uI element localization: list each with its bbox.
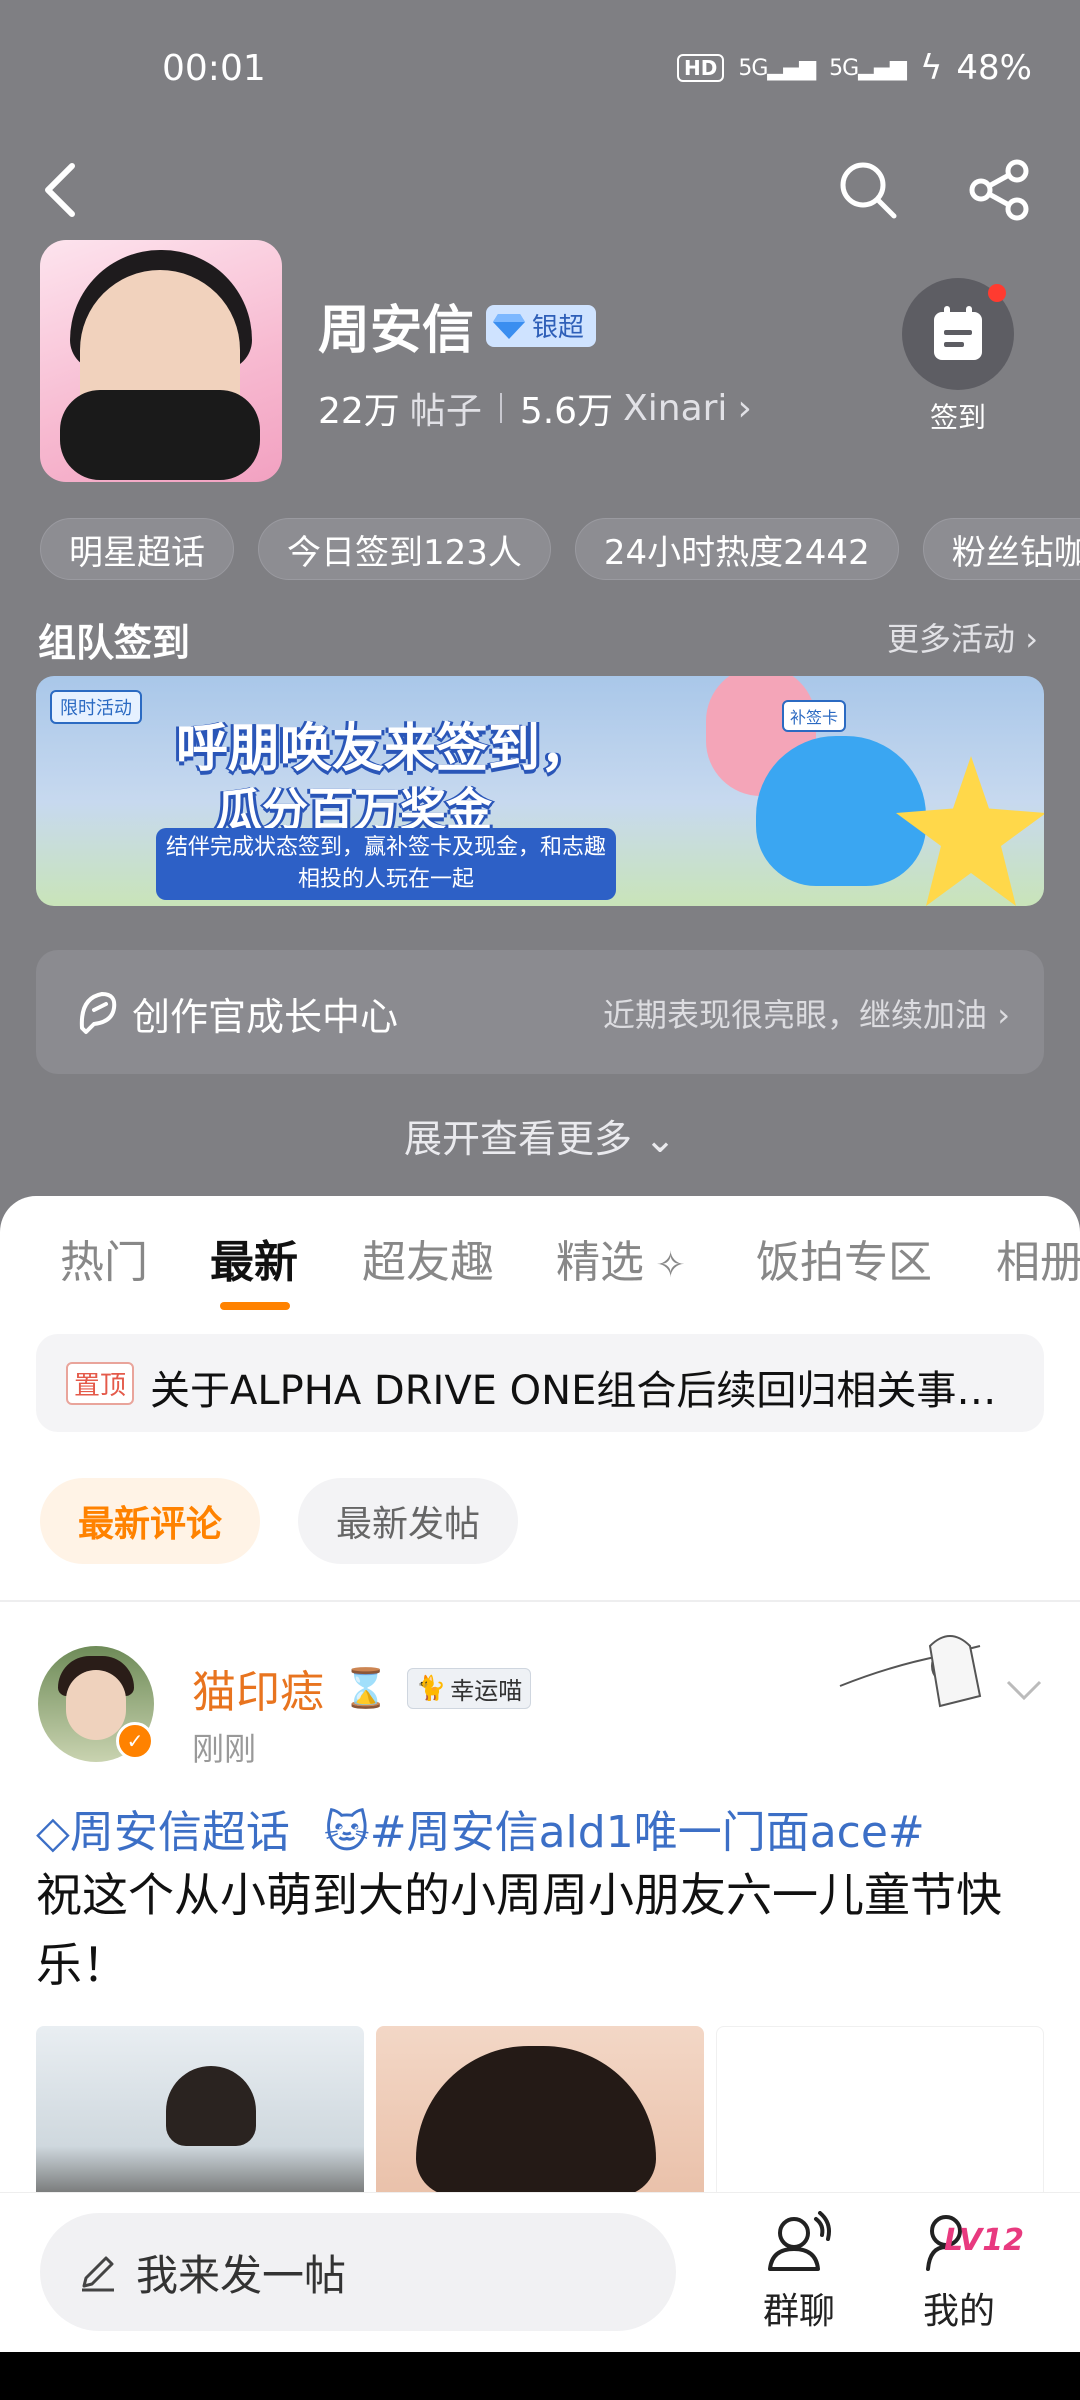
signal-icon-2: 5G▂▄▆ — [829, 55, 907, 81]
badge-icon: ✧ — [644, 1245, 686, 1286]
stats-divider — [499, 393, 502, 423]
lucky-badge[interactable]: 🐈 幸运喵 — [407, 1667, 532, 1709]
search-icon[interactable] — [828, 150, 908, 230]
banner-subtitle: 结伴完成状态签到，赢补签卡及现金，和志趣相投的人玩在一起 — [156, 828, 616, 900]
tab-album[interactable]: 相册 — [996, 1226, 1080, 1290]
post-author: 猫印痣 ⌛ 🐈 幸运喵 — [192, 1656, 532, 1720]
compose-input[interactable]: 我来发一帖 — [40, 2213, 676, 2331]
checkin-banner[interactable]: 限时活动 呼朋唤友来签到， 瓜分百万奖金 结伴完成状态签到，赢补签卡及现金，和志… — [36, 676, 1044, 906]
notification-dot — [988, 284, 1006, 302]
feed-panel: 热门 最新 超友趣 精选 ✧ 饭拍专区 相册 置顶 关于ALPHA DRIVE … — [0, 1196, 1080, 2226]
feed-filters: 最新评论 最新发帖 — [40, 1478, 519, 1564]
silver-badge[interactable]: 银超 — [486, 304, 597, 347]
fans-count[interactable]: 5.6万 — [520, 382, 613, 434]
topic-chips: 明星超话 今日签到123人 24小时热度2442 粉丝钻咖 — [40, 518, 1080, 582]
hashtag-link[interactable]: 🐱#周安信ald1唯一门面ace# — [324, 1807, 925, 1858]
anime-decoration-icon — [839, 1635, 982, 1708]
checkin-button[interactable] — [902, 278, 1014, 390]
topic-header: 00:01 HD 5G▂▄▆ 5G▂▄▆ ϟ 48% 周安信 银超 22万 帖子… — [0, 0, 1080, 1240]
heart-mascot — [756, 736, 926, 886]
super-topic-page: 00:01 HD 5G▂▄▆ 5G▂▄▆ ϟ 48% 周安信 银超 22万 帖子… — [0, 0, 1080, 2400]
tab-hot[interactable]: 热门 — [60, 1226, 148, 1290]
chip-checkin-count[interactable]: 今日签到123人 — [258, 518, 551, 580]
verified-icon: ✓ — [116, 1722, 154, 1760]
top-nav — [0, 150, 1080, 230]
diamond-icon — [493, 313, 526, 339]
username[interactable]: 猫印痣 — [192, 1656, 324, 1720]
level-badge: LV12 — [944, 2223, 1024, 2258]
topic-link[interactable]: ◇周安信超话 — [36, 1807, 290, 1858]
fans-name[interactable]: Xinari — [623, 388, 727, 429]
latest-post-filter[interactable]: 最新发帖 — [298, 1478, 519, 1564]
limited-time-tag: 限时活动 — [50, 690, 142, 724]
share-icon[interactable] — [960, 150, 1040, 230]
diamond-icon: ◇ — [36, 1807, 70, 1858]
creator-label: 创作官成长中心 — [132, 995, 399, 1039]
signal-icon-1: 5G▂▄▆ — [738, 55, 816, 81]
post-topic-line: ◇周安信超话 🐱#周安信ald1唯一门面ace# — [36, 1796, 925, 1860]
battery-level: 48% — [956, 48, 1032, 88]
post-body: 祝这个从小萌到大的小周周小朋友六一儿童节快乐！ — [36, 1868, 1002, 1992]
posts-label: 帖子 — [409, 391, 482, 432]
tab-featured[interactable]: 精选 ✧ — [556, 1226, 686, 1290]
chip-fans-diamond[interactable]: 粉丝钻咖 — [922, 518, 1080, 580]
charging-icon: ϟ — [919, 48, 943, 88]
hd-icon: HD — [677, 54, 725, 82]
more-activities-link[interactable]: 更多活动 › — [887, 614, 1038, 660]
group-chat-icon — [768, 2211, 831, 2271]
makeup-card-graphic: 补签卡 — [782, 700, 847, 732]
feed-tabs: 热门 最新 超友趣 精选 ✧ 饭拍专区 相册 — [0, 1226, 1080, 1296]
cat-icon: 🐈 — [416, 1674, 447, 1702]
bottom-bar: 我来发一帖 群聊 我的 LV12 — [0, 2192, 1080, 2352]
status-time: 00:01 — [162, 48, 266, 89]
topic-stats: 22万 帖子 5.6万 Xinari › — [318, 382, 752, 434]
group-chat-button[interactable]: 群聊 — [744, 2211, 854, 2334]
tab-super-friends[interactable]: 超友趣 — [362, 1226, 494, 1290]
pencil-icon — [82, 2256, 114, 2292]
tab-latest[interactable]: 最新 — [210, 1226, 298, 1290]
feed-post: ✓ 猫印痣 ⌛ 🐈 幸运喵 刚刚 ◇周安信超话 🐱#周安信ald1唯一门面ace#… — [0, 1626, 1080, 2226]
expand-more-button[interactable]: 展开查看更多 ⌄ — [0, 1108, 1080, 1163]
creator-growth-center[interactable]: 创作官成长中心 近期表现很亮眼，继续加油 › — [36, 950, 1044, 1074]
creator-tip: 近期表现很亮眼，继续加油 › — [603, 996, 1010, 1034]
active-tab-indicator — [220, 1302, 290, 1310]
calendar-icon — [934, 306, 982, 360]
pinned-post[interactable]: 置顶 关于ALPHA DRIVE ONE组合后续回归相关事… — [36, 1334, 1044, 1432]
checkin-label: 签到 — [929, 401, 986, 434]
team-checkin-title: 组队签到 — [38, 621, 191, 665]
chip-star-topic[interactable]: 明星超话 — [40, 518, 234, 580]
status-icons: HD 5G▂▄▆ 5G▂▄▆ ϟ 48% — [677, 48, 1032, 88]
pinned-text: 关于ALPHA DRIVE ONE组合后续回归相关事… — [150, 1368, 997, 1414]
divider — [0, 1600, 1080, 1602]
hourglass-icon: ⌛ — [342, 1665, 390, 1710]
back-icon[interactable] — [20, 150, 100, 230]
posts-count: 22万 — [318, 391, 400, 432]
topic-profile: 周安信 银超 22万 帖子 5.6万 Xinari › — [40, 240, 1040, 482]
banner-headline-1: 呼朋唤友来签到， — [176, 719, 593, 779]
chip-heat[interactable]: 24小时热度2442 — [574, 518, 899, 580]
tab-fan-photos[interactable]: 饭拍专区 — [756, 1226, 932, 1290]
chevron-right-icon: › — [737, 387, 752, 429]
latest-comment-filter[interactable]: 最新评论 — [40, 1478, 261, 1564]
system-nav-bar — [0, 2352, 1080, 2400]
creator-icon — [79, 992, 117, 1034]
chevron-down-icon[interactable] — [1004, 1678, 1044, 1702]
pinned-tag: 置顶 — [66, 1362, 135, 1405]
post-time: 刚刚 — [192, 1730, 257, 1768]
status-bar: 00:01 HD 5G▂▄▆ 5G▂▄▆ ϟ 48% — [0, 0, 1080, 140]
topic-avatar[interactable] — [40, 240, 282, 482]
topic-name: 周安信 银超 — [318, 288, 597, 363]
